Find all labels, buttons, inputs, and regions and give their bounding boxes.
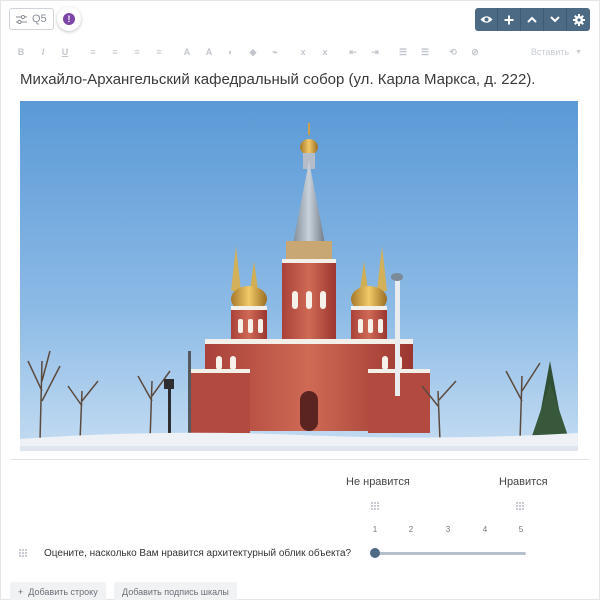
eye-icon	[480, 15, 493, 24]
bold-button[interactable]: B	[10, 42, 32, 62]
paint-bucket-icon: ◆	[249, 46, 257, 57]
scale-right-label[interactable]: Нравится	[499, 476, 548, 488]
scale-point: 2	[408, 525, 414, 534]
underline-button[interactable]: U	[54, 42, 76, 62]
preview-button[interactable]	[475, 8, 498, 31]
bullet-list-icon: ☰	[398, 46, 408, 57]
subscript-icon: x	[300, 47, 306, 57]
add-scale-label-text: Добавить подпись шкалы	[122, 587, 229, 597]
plus-icon: +	[18, 587, 24, 597]
clear-format-icon: ⟲	[449, 46, 457, 57]
font-size-down-icon: A	[205, 47, 213, 57]
align-justify-icon: ≡	[156, 47, 162, 57]
indent-button[interactable]: ⇥	[364, 42, 386, 62]
add-row-label: Добавить строку	[28, 587, 98, 597]
cathedral-photo	[20, 101, 578, 451]
fill-color-button[interactable]: ◆	[242, 42, 264, 62]
question-tag[interactable]: Q5	[9, 8, 54, 30]
add-scale-label-button[interactable]: Добавить подпись шкалы	[114, 582, 237, 600]
align-center-button[interactable]: ≡	[104, 42, 126, 62]
superscript-button[interactable]: x	[314, 42, 336, 62]
clear-format-button[interactable]: ⟲	[442, 42, 464, 62]
scale-point: 3	[445, 525, 451, 534]
insert-dropdown[interactable]: Вставить ▼	[531, 47, 582, 57]
bold-icon: B	[17, 47, 25, 57]
chevron-down-icon	[550, 16, 560, 23]
format-toolbar: B I U ≡ ≡ ≡ ≡ A A ◐ ◆ ⌁ x x ⇤ ⇥ ☰ ☰ ⟲ ⊘ …	[10, 42, 590, 62]
exclamation-icon: !	[63, 13, 75, 25]
alert-button[interactable]: !	[57, 7, 81, 31]
question-actions	[475, 8, 590, 31]
align-justify-button[interactable]: ≡	[148, 42, 170, 62]
question-header: Q5 !	[0, 0, 600, 38]
outdent-button[interactable]: ⇤	[342, 42, 364, 62]
align-right-button[interactable]: ≡	[126, 42, 148, 62]
align-left-button[interactable]: ≡	[82, 42, 104, 62]
sliders-icon	[16, 14, 27, 24]
font-size-down-button[interactable]: A	[198, 42, 220, 62]
scale-slider-track[interactable]	[374, 552, 526, 555]
row-drag-handle-icon[interactable]	[19, 549, 27, 557]
link-button[interactable]: ⌁	[264, 42, 286, 62]
question-tag-label: Q5	[32, 13, 47, 25]
gear-icon	[572, 13, 585, 26]
scale-left-label[interactable]: Не нравится	[346, 476, 410, 488]
bullet-list-button[interactable]: ☰	[392, 42, 414, 62]
settings-button[interactable]	[567, 8, 590, 31]
font-size-up-button[interactable]: A	[176, 42, 198, 62]
align-left-icon: ≡	[90, 47, 96, 57]
chevron-up-icon	[527, 16, 537, 23]
scale-point: 4	[482, 525, 488, 534]
unlink-icon: ⊘	[471, 46, 479, 57]
add-question-button[interactable]	[498, 8, 521, 31]
superscript-icon: x	[322, 47, 328, 57]
scale-point: 5	[518, 525, 524, 534]
link-icon: ⌁	[272, 46, 278, 57]
scale-slider-thumb[interactable]	[370, 548, 380, 558]
remove-link-button[interactable]: ⊘	[464, 42, 486, 62]
align-right-icon: ≡	[134, 47, 140, 57]
number-list-icon: ☰	[420, 46, 430, 57]
caret-down-icon: ▼	[575, 48, 582, 56]
add-row-button[interactable]: + Добавить строку	[10, 582, 106, 600]
subscript-button[interactable]: x	[292, 42, 314, 62]
italic-button[interactable]: I	[32, 42, 54, 62]
move-up-button[interactable]	[521, 8, 544, 31]
insert-label: Вставить	[530, 47, 570, 57]
text-color-button[interactable]: ◐	[220, 42, 242, 62]
align-center-icon: ≡	[112, 47, 118, 57]
italic-icon: I	[41, 47, 45, 57]
scale-row-label[interactable]: Оцените, насколько Вам нравится архитект…	[44, 548, 351, 559]
drag-handle-icon[interactable]	[371, 502, 379, 510]
font-size-up-icon: A	[183, 47, 191, 57]
plus-icon	[504, 15, 514, 25]
section-divider	[10, 459, 590, 460]
move-down-button[interactable]	[544, 8, 567, 31]
palette-icon: ◐	[228, 47, 234, 57]
scale-point: 1	[372, 525, 378, 534]
number-list-button[interactable]: ☰	[414, 42, 436, 62]
underline-icon: U	[61, 47, 69, 57]
outdent-icon: ⇤	[349, 46, 357, 57]
drag-handle-icon[interactable]	[516, 502, 524, 510]
indent-icon: ⇥	[371, 46, 379, 57]
question-title[interactable]: Михайло-Архангельский кафедральный собор…	[20, 71, 535, 88]
